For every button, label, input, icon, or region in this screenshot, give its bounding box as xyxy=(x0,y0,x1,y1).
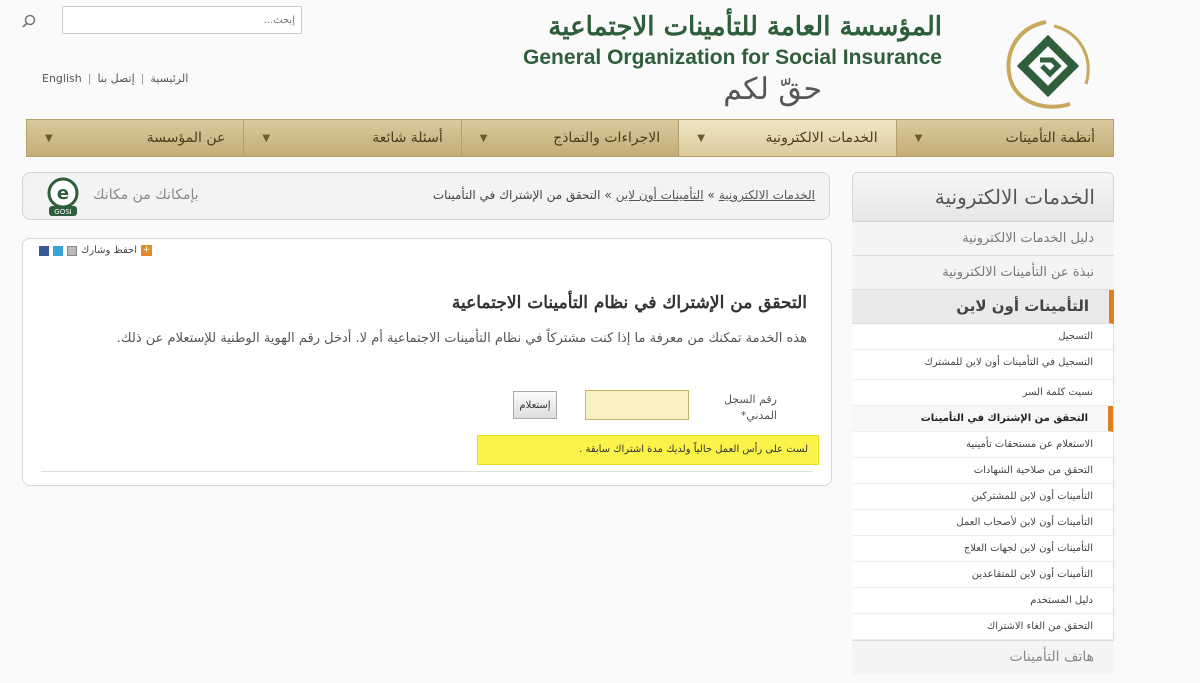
email-icon[interactable] xyxy=(67,245,77,256)
home-link[interactable]: الرئيسية xyxy=(150,72,188,85)
sidebar-item-about-e-insurance[interactable]: نبذة عن التأمينات الالكترونية xyxy=(852,256,1114,290)
nav-about[interactable]: عن المؤسسة ▼ xyxy=(27,120,243,156)
nav-label: عن المؤسسة xyxy=(146,130,226,146)
org-name-english: General Organization for Social Insuranc… xyxy=(523,46,942,69)
gosi-logo-icon[interactable] xyxy=(996,14,1100,118)
sidebar-sub-list: التسجيل التسجيل في التأمينات أون لاين لل… xyxy=(852,324,1114,640)
sub-item-benefits-inquiry[interactable]: الاستعلام عن مستحقات تأمينية xyxy=(852,432,1113,458)
sub-item-forgot-password[interactable]: نسيت كلمة السر xyxy=(852,380,1113,406)
breadcrumb-separator: » xyxy=(707,188,715,202)
chevron-down-icon: ▼ xyxy=(479,132,488,144)
page-title: التحقق من الإشتراك في نظام التأمينات الا… xyxy=(451,293,807,313)
top-links: English | إتصل بنا | الرئيسية xyxy=(42,72,188,85)
breadcrumb-link-online[interactable]: التأمينات أون لاين xyxy=(616,188,704,202)
search-input[interactable] xyxy=(62,6,302,34)
civil-id-label: رقم السجل المدني* xyxy=(723,393,777,422)
sub-item-user-guide[interactable]: دليل المستخدم xyxy=(852,588,1113,614)
facebook-icon[interactable] xyxy=(39,245,49,256)
twitter-icon[interactable] xyxy=(53,245,63,256)
breadcrumb-bar: e GOSI بإمكانك من مكانك الخدمات الالكترو… xyxy=(22,172,830,220)
e-gosi-icon: e GOSI xyxy=(47,177,79,216)
share-label[interactable]: احفظ وشارك xyxy=(81,245,137,256)
plus-icon[interactable]: + xyxy=(141,245,153,256)
nav-label: الخدمات الالكترونية xyxy=(765,130,878,146)
sidebar-item-services-guide[interactable]: دليل الخدمات الالكترونية xyxy=(852,222,1114,256)
sidebar-item-online[interactable]: التأمينات أون لاين xyxy=(852,290,1114,324)
result-notice: لست على رأس العمل حالياً ولديك مدة اشترا… xyxy=(477,435,819,465)
sub-item-verify-cancellation[interactable]: التحقق من الغاء الاشتراك xyxy=(852,614,1113,640)
contact-link[interactable]: إتصل بنا xyxy=(97,72,134,85)
breadcrumb-link-e-services[interactable]: الخدمات الالكترونية xyxy=(719,188,815,202)
main-nav: أنظمة التأمينات ▼ الخدمات الالكترونية ▼ … xyxy=(26,119,1114,157)
nav-procedures-forms[interactable]: الاجراءات والنماذج ▼ xyxy=(460,120,678,156)
breadcrumb: الخدمات الالكترونية » التأمينات أون لاين… xyxy=(433,188,815,202)
search-icon[interactable] xyxy=(22,14,36,28)
page-description: هذه الخدمة تمكنك من معرفة ما إذا كنت مشت… xyxy=(116,331,807,346)
chevron-down-icon: ▼ xyxy=(262,132,271,144)
chevron-down-icon: ▼ xyxy=(914,132,923,144)
link-separator: | xyxy=(87,72,92,85)
sub-item-online-medical[interactable]: التأمينات أون لاين لجهات العلاج xyxy=(852,536,1113,562)
share-toolbar: احفظ وشارك + xyxy=(39,245,153,256)
sub-item-subscriber-register[interactable]: التسجيل في التأمينات أون لاين للمشترك xyxy=(852,350,1113,380)
sub-item-online-employers[interactable]: التأمينات أون لاين لأصحاب العمل xyxy=(852,510,1113,536)
divider xyxy=(41,471,813,472)
nav-insurance-systems[interactable]: أنظمة التأمينات ▼ xyxy=(895,120,1113,156)
sidebar-title: الخدمات الالكترونية xyxy=(852,172,1114,222)
nav-e-services[interactable]: الخدمات الالكترونية ▼ xyxy=(678,120,896,156)
nav-faq[interactable]: أسئلة شائعة ▼ xyxy=(243,120,460,156)
content-panel: احفظ وشارك + التحقق من الإشتراك في نظام … xyxy=(22,238,832,486)
gosi-badge-text: GOSI xyxy=(54,208,71,216)
svg-text:e: e xyxy=(57,183,69,204)
breadcrumb-slogan: بإمكانك من مكانك xyxy=(93,187,199,203)
chevron-down-icon: ▼ xyxy=(697,132,705,144)
sub-item-online-retirees[interactable]: التأمينات أون لاين للمتقاعدين xyxy=(852,562,1113,588)
nav-label: أسئلة شائعة xyxy=(372,130,443,146)
sidebar-item-insurance-phone[interactable]: هاتف التأمينات xyxy=(852,640,1114,674)
english-link[interactable]: English xyxy=(42,72,82,85)
nav-label: الاجراءات والنماذج xyxy=(553,130,661,146)
search-area xyxy=(18,6,302,36)
sidebar: الخدمات الالكترونية دليل الخدمات الالكتر… xyxy=(852,172,1114,683)
breadcrumb-separator: » xyxy=(604,188,612,202)
nav-label: أنظمة التأمينات xyxy=(1005,130,1095,146)
query-button[interactable]: إستعلام xyxy=(513,391,557,419)
sub-item-certificate-validity[interactable]: التحقق من صلاحية الشهادات xyxy=(852,458,1113,484)
chevron-down-icon: ▼ xyxy=(44,132,53,144)
org-name-arabic: المؤسسة العامة للتأمينات الاجتماعية xyxy=(548,12,942,42)
sub-item-register[interactable]: التسجيل xyxy=(852,324,1113,350)
link-separator: | xyxy=(140,72,145,85)
org-slogan: حقّ لكم xyxy=(723,72,822,107)
sub-item-online-subscribers[interactable]: التأمينات أون لاين للمشتركين xyxy=(852,484,1113,510)
civil-id-input[interactable] xyxy=(585,390,689,420)
breadcrumb-current: التحقق من الإشتراك في التأمينات xyxy=(432,188,601,202)
sub-item-verify-subscription[interactable]: التحقق من الإشتراك في التأمينات xyxy=(852,406,1113,432)
